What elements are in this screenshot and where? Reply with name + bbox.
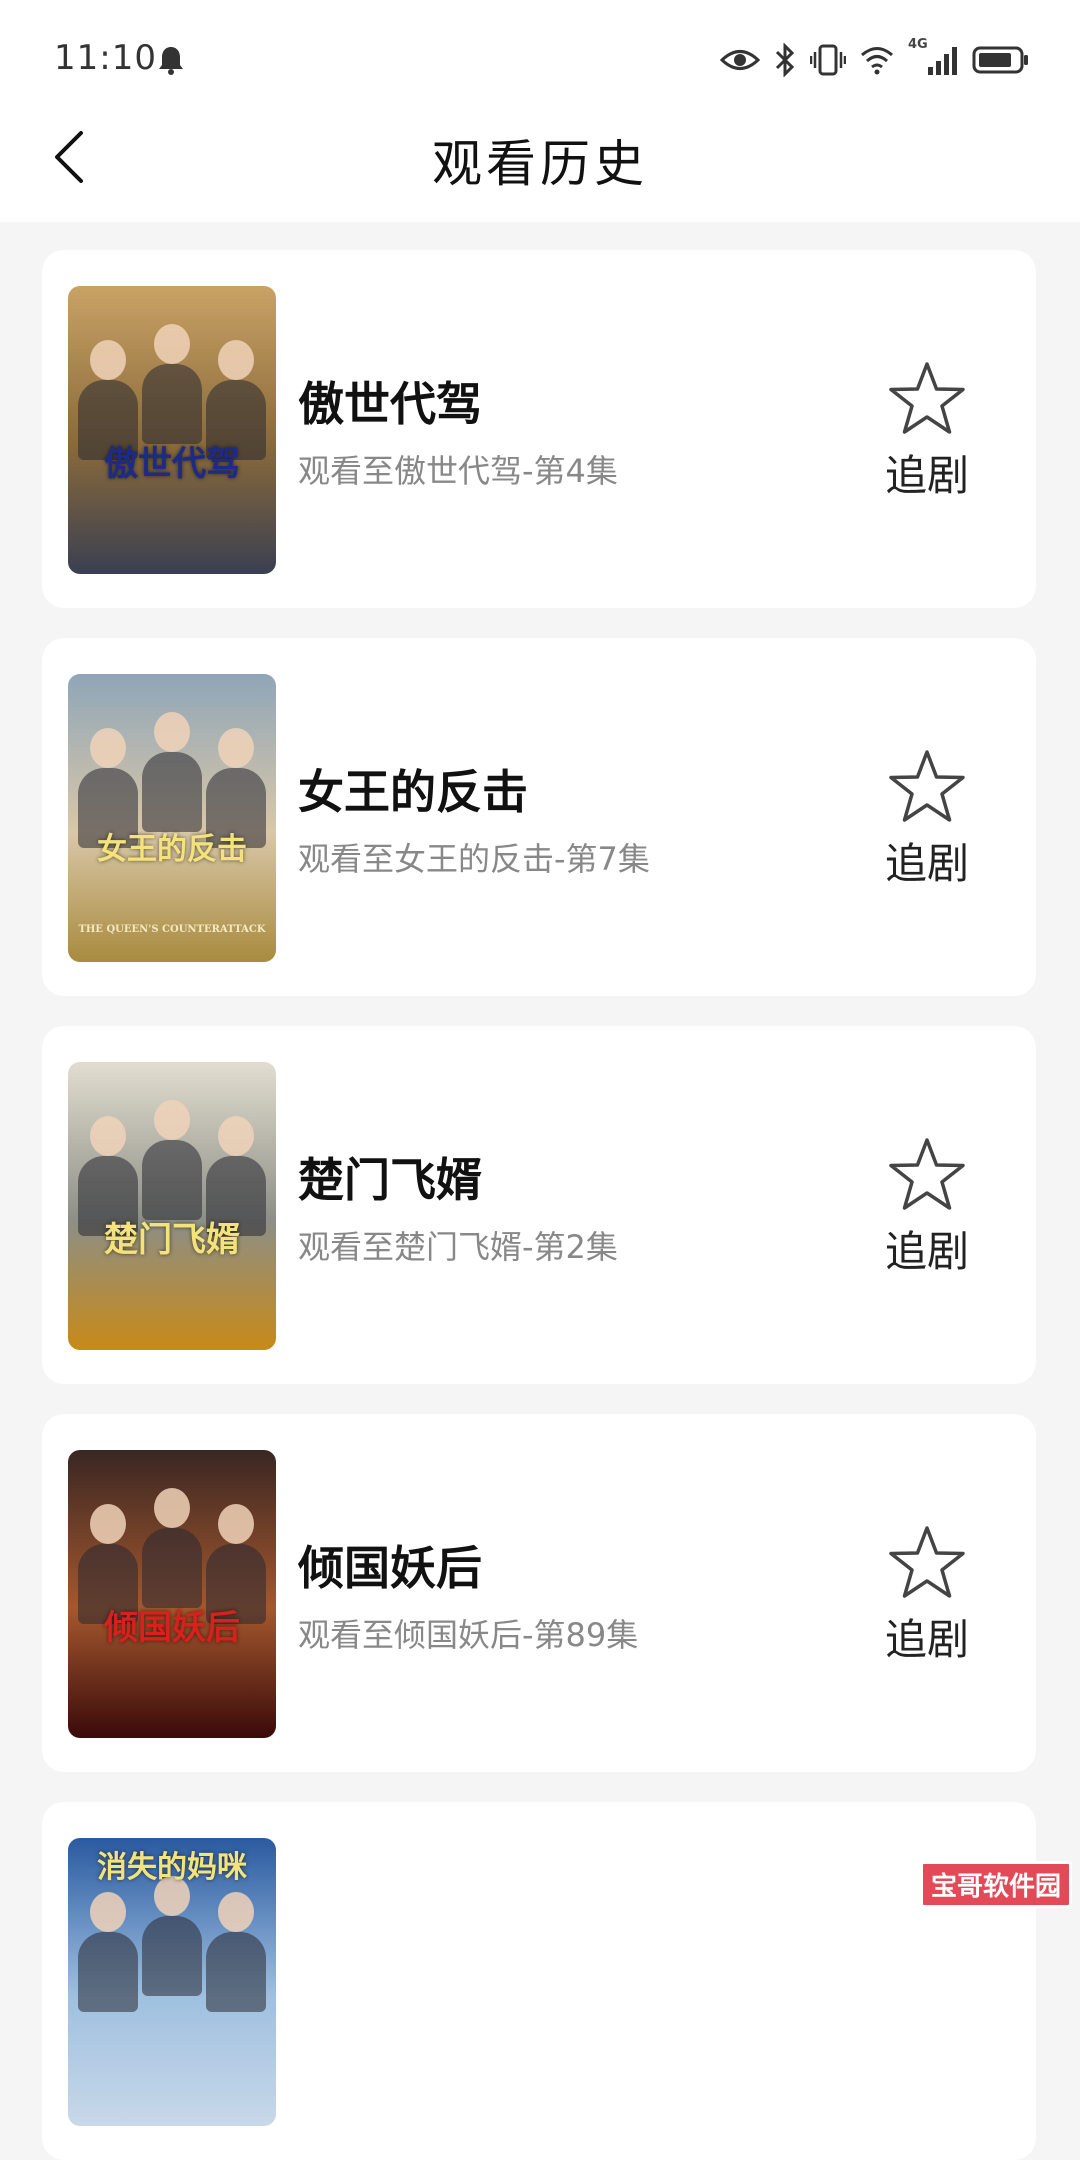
signal-icon: 4G (908, 43, 958, 77)
history-card[interactable]: 女王的反击THE QUEEN'S COUNTERATTACK女王的反击观看至女王… (42, 638, 1036, 996)
poster-subtitle-text: THE QUEEN'S COUNTERATTACK (68, 924, 276, 935)
follow-label: 追剧 (885, 1218, 969, 1279)
history-card[interactable]: 消失的妈咪 (42, 1802, 1036, 2160)
follow-label: 追剧 (885, 1606, 969, 1667)
watermark: 宝哥软件园 (920, 1861, 1072, 1908)
follow-button[interactable]: 追剧 (872, 1136, 982, 1286)
watch-progress: 观看至倾国妖后-第89集 (298, 1610, 638, 1656)
top-bar: 11:10 4G (0, 0, 1080, 222)
watch-progress: 观看至傲世代驾-第4集 (298, 446, 618, 492)
wifi-icon (860, 45, 894, 75)
history-card[interactable]: 倾国妖后倾国妖后观看至倾国妖后-第89集追剧 (42, 1414, 1036, 1772)
status-bar: 11:10 4G (0, 0, 1080, 100)
follow-label: 追剧 (885, 442, 969, 503)
follow-button[interactable]: 追剧 (872, 748, 982, 898)
history-card[interactable]: 傲世代驾傲世代驾观看至傲世代驾-第4集追剧 (42, 250, 1036, 608)
star-icon (887, 1524, 967, 1600)
star-icon (887, 1136, 967, 1212)
vibrate-icon (810, 43, 846, 77)
bell-icon (156, 44, 186, 76)
status-time: 11:10 (54, 38, 157, 78)
follow-button[interactable]: 追剧 (872, 360, 982, 510)
star-icon (887, 360, 967, 436)
watch-progress: 观看至女王的反击-第7集 (298, 834, 650, 880)
poster-title-text: 倾国妖后 (68, 1600, 276, 1649)
drama-title[interactable]: 楚门飞婿 (298, 1144, 482, 1210)
drama-poster[interactable]: 消失的妈咪 (68, 1838, 276, 2126)
drama-poster[interactable]: 楚门飞婿 (68, 1062, 276, 1350)
header: 观看历史 (0, 100, 1080, 222)
star-icon (887, 748, 967, 824)
poster-title-text: 女王的反击 (68, 824, 276, 868)
follow-label: 追剧 (885, 830, 969, 891)
eye-icon (720, 47, 760, 73)
drama-title[interactable]: 傲世代驾 (298, 368, 482, 434)
poster-title-text: 傲世代驾 (68, 436, 276, 485)
drama-poster[interactable]: 女王的反击 THE QUEEN'S COUNTERATTACK (68, 674, 276, 962)
drama-poster[interactable]: 傲世代驾 (68, 286, 276, 574)
drama-poster[interactable]: 倾国妖后 (68, 1450, 276, 1738)
bluetooth-icon (774, 43, 796, 77)
follow-button[interactable]: 追剧 (872, 1524, 982, 1674)
battery-icon (972, 45, 1030, 75)
poster-title-text: 楚门飞婿 (68, 1212, 276, 1261)
watch-progress: 观看至楚门飞婿-第2集 (298, 1222, 618, 1268)
history-card[interactable]: 楚门飞婿楚门飞婿观看至楚门飞婿-第2集追剧 (42, 1026, 1036, 1384)
page-title: 观看历史 (0, 124, 1080, 196)
drama-title[interactable]: 女王的反击 (298, 756, 528, 822)
status-icons: 4G (720, 40, 1030, 80)
drama-title[interactable]: 倾国妖后 (298, 1532, 482, 1598)
poster-title-text: 消失的妈咪 (68, 1842, 276, 1886)
